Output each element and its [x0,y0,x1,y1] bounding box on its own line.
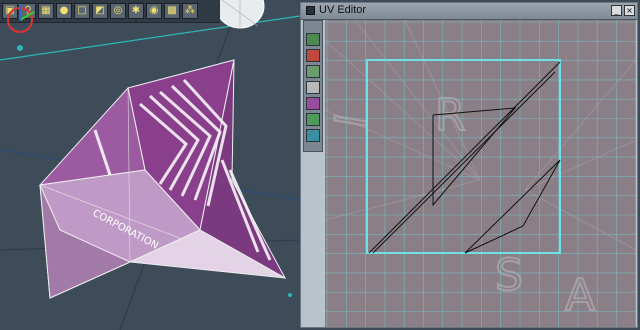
viewport-scene: CORPORATION [0,0,300,330]
sphere-icon[interactable]: ● [56,3,72,19]
3d-viewport[interactable]: CORPORATION ▣ ♀ ▦ ● □ ◩ ◎ ✱ ◉ ▩ ⁂ [0,0,300,330]
uv-editor-titlebar[interactable]: UV Editor _ × [301,3,637,20]
uv-relax-tool-icon[interactable] [306,129,320,142]
texture-letter: R [435,90,466,141]
node-icon[interactable]: ⁂ [182,3,198,19]
particles-icon[interactable]: ✱ [128,3,144,19]
uv-tool-panel [303,20,323,152]
close-button[interactable]: × [624,5,635,16]
texture-icon[interactable]: ◩ [92,3,108,19]
texture-letter: A [565,270,595,321]
lasso-icon[interactable]: ◎ [110,3,126,19]
uv-texture-tool-icon[interactable] [306,97,320,110]
box-icon[interactable]: □ [74,3,90,19]
uv-editor-title: UV Editor [319,4,367,16]
uv-move-tool-icon[interactable] [306,49,320,62]
minimize-button[interactable]: _ [611,5,622,16]
uv-scale-tool-icon[interactable] [306,81,320,94]
uv-select-tool-icon[interactable] [306,33,320,46]
uv-layout: I R S A [325,20,636,327]
uv-rotate-tool-icon[interactable] [306,65,320,78]
textured-mesh[interactable]: CORPORATION [38,59,287,299]
grid-icon[interactable]: ▦ [38,3,54,19]
material-icon[interactable]: ◉ [146,3,162,19]
window-icon [306,6,315,15]
cubes-icon[interactable]: ▩ [164,3,180,19]
uv-unwrap-tool-icon[interactable] [306,113,320,126]
uv-canvas[interactable]: I R S A [325,20,636,327]
texture-letter: S [495,250,523,301]
uv-editor-window[interactable]: UV Editor _ × I R S A [300,2,638,328]
axis-gizmo-icon [7,4,35,33]
